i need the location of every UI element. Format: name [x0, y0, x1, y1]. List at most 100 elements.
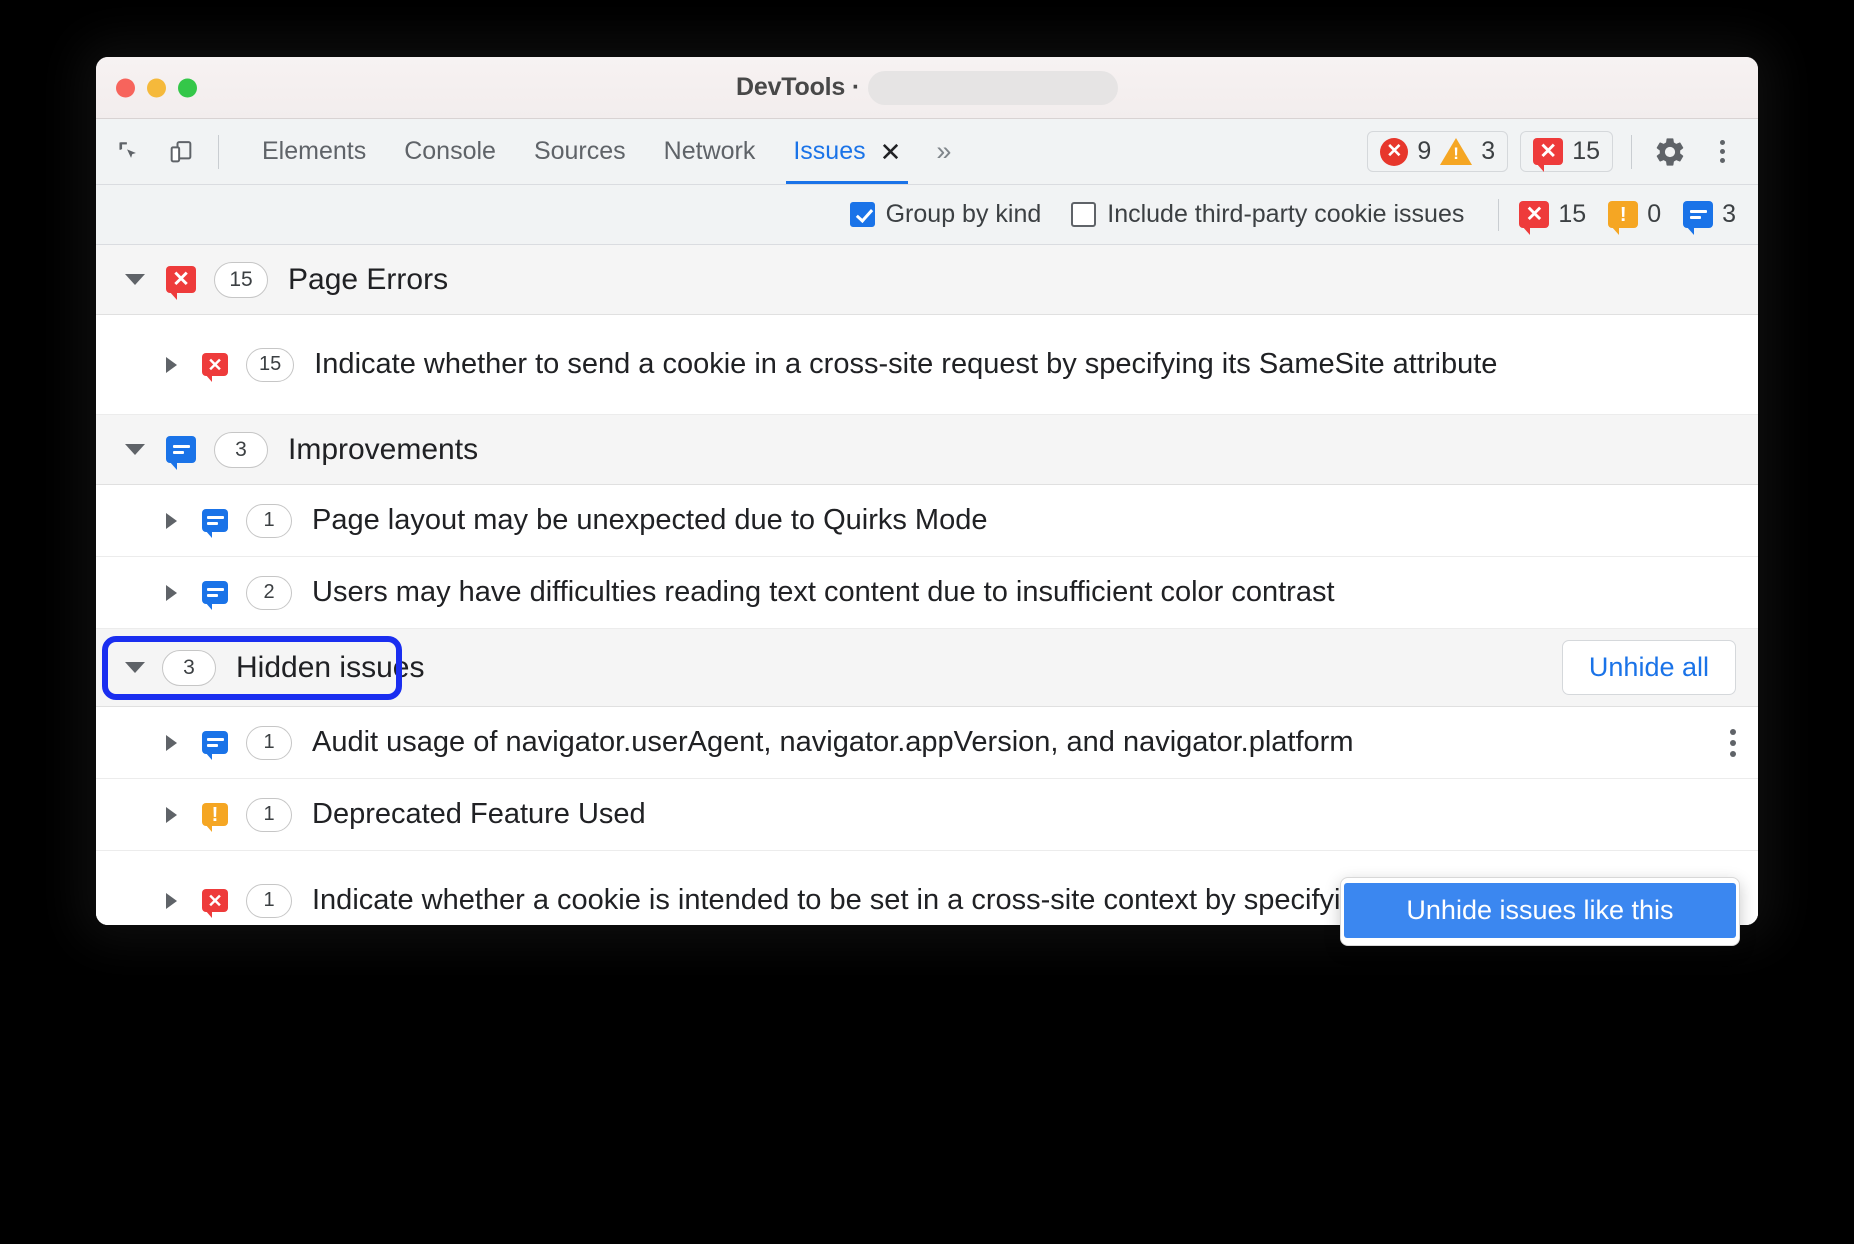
filter-error-count: ✕ 15	[1519, 200, 1586, 229]
group-count-badge: 3	[214, 432, 268, 468]
close-icon[interactable]: ✕	[880, 139, 902, 165]
expand-toggle-icon[interactable]	[154, 735, 188, 751]
bubble-info-icon	[202, 509, 228, 532]
window-controls[interactable]	[116, 78, 197, 97]
expand-toggle-icon[interactable]	[154, 807, 188, 823]
issue-count-badge: 2	[246, 576, 292, 610]
issue-count-badge: 1	[246, 726, 292, 760]
panel-tabs: Elements Console Sources Network Issues …	[243, 119, 964, 184]
window-title-wrap: DevTools ·	[96, 71, 1758, 105]
tabbar-divider	[1631, 135, 1632, 169]
redacted-title-bar	[868, 71, 1118, 105]
tabbar-right: ✕ 9 3 ✕ 15	[1367, 119, 1758, 184]
group-header-hidden-issues[interactable]: 3 Hidden issues Unhide all	[96, 629, 1758, 707]
bubble-info-icon	[166, 436, 196, 463]
group-title: Improvements	[288, 433, 478, 467]
expand-toggle-icon[interactable]	[154, 513, 188, 529]
screenshot-stage: DevTools ·	[0, 0, 1854, 1244]
tab-label: Console	[404, 137, 496, 166]
kebab-icon[interactable]	[1702, 132, 1742, 172]
window-title: DevTools ·	[736, 73, 860, 102]
minimize-window-button[interactable]	[147, 78, 166, 97]
issue-count-badge: 1	[246, 504, 292, 538]
group-title: Hidden issues	[236, 651, 424, 685]
issue-row[interactable]: 1 Page layout may be unexpected due to Q…	[96, 485, 1758, 557]
include-third-party-label: Include third-party cookie issues	[1107, 200, 1464, 229]
issue-row[interactable]: 2 Users may have difficulties reading te…	[96, 557, 1758, 629]
issues-count: 15	[1572, 137, 1600, 166]
issue-title: Deprecated Feature Used	[312, 797, 1738, 832]
context-menu: Unhide issues like this	[1340, 877, 1740, 946]
group-by-kind-label: Group by kind	[886, 200, 1042, 229]
filter-warning-count: ! 0	[1608, 200, 1661, 229]
group-by-kind-checkbox[interactable]: Group by kind	[850, 200, 1042, 229]
close-window-button[interactable]	[116, 78, 135, 97]
expand-toggle-icon[interactable]	[118, 444, 152, 455]
window-titlebar: DevTools ·	[96, 57, 1758, 119]
bubble-info-icon	[1683, 201, 1713, 228]
issues-counter[interactable]: ✕ 15	[1520, 131, 1613, 172]
inspect-icon[interactable]	[110, 133, 148, 171]
circle-x-icon: ✕	[1380, 138, 1408, 166]
issue-title: Indicate whether to send a cookie in a c…	[314, 347, 1738, 382]
count-value: 0	[1647, 200, 1661, 229]
gear-icon[interactable]	[1650, 132, 1690, 172]
tab-elements[interactable]: Elements	[243, 119, 385, 184]
tab-sources[interactable]: Sources	[515, 119, 645, 184]
tab-console[interactable]: Console	[385, 119, 515, 184]
bubble-bang-icon: !	[1608, 201, 1638, 228]
issue-title: Users may have difficulties reading text…	[312, 575, 1738, 610]
issue-count-badge: 1	[246, 884, 292, 918]
filterbar-divider	[1498, 199, 1499, 231]
issue-count-badge: 15	[246, 348, 294, 382]
checkbox-unchecked-icon[interactable]	[1071, 202, 1096, 227]
warning-triangle-icon	[1440, 138, 1472, 165]
issue-row[interactable]: ! 1 Deprecated Feature Used	[96, 779, 1758, 851]
bubble-x-icon: ✕	[202, 353, 228, 376]
device-toggle-icon[interactable]	[162, 133, 200, 171]
row-kebab-icon[interactable]	[1730, 729, 1736, 757]
devtools-tabbar: Elements Console Sources Network Issues …	[96, 119, 1758, 185]
issue-row[interactable]: 1 Audit usage of navigator.userAgent, na…	[96, 707, 1758, 779]
bubble-bang-icon: !	[202, 803, 228, 826]
include-third-party-checkbox[interactable]: Include third-party cookie issues	[1071, 200, 1464, 229]
tab-label: Issues	[793, 137, 865, 166]
error-count: 9	[1417, 137, 1431, 166]
more-tabs-icon[interactable]: »	[920, 119, 964, 184]
context-menu-item-unhide-issues-like-this[interactable]: Unhide issues like this	[1344, 883, 1736, 938]
tab-label: Elements	[262, 137, 366, 166]
tab-network[interactable]: Network	[645, 119, 775, 184]
bubble-x-icon: ✕	[166, 266, 196, 293]
group-header-page-errors[interactable]: ✕ 15 Page Errors	[96, 245, 1758, 315]
issue-title: Page layout may be unexpected due to Qui…	[312, 503, 1738, 538]
bubble-x-icon: ✕	[1519, 201, 1549, 228]
expand-toggle-icon[interactable]	[154, 893, 188, 909]
bubble-info-icon	[202, 731, 228, 754]
issues-filter-bar: Group by kind Include third-party cookie…	[96, 185, 1758, 245]
group-header-improvements[interactable]: 3 Improvements	[96, 415, 1758, 485]
issues-list: ✕ 15 Page Errors ✕ 15 Indicate whether t…	[96, 245, 1758, 925]
group-title: Page Errors	[288, 263, 448, 297]
expand-toggle-icon[interactable]	[118, 662, 152, 673]
tabbar-tools	[110, 119, 243, 184]
bubble-info-icon	[202, 581, 228, 604]
tab-label: Network	[664, 137, 756, 166]
issue-title: Audit usage of navigator.userAgent, navi…	[312, 725, 1738, 760]
bubble-x-icon: ✕	[202, 889, 228, 912]
count-value: 15	[1558, 200, 1586, 229]
checkbox-checked-icon[interactable]	[850, 202, 875, 227]
group-count-badge: 3	[162, 650, 216, 686]
expand-toggle-icon[interactable]	[118, 274, 152, 285]
filter-info-count: 3	[1683, 200, 1736, 229]
count-value: 3	[1722, 200, 1736, 229]
zoom-window-button[interactable]	[178, 78, 197, 97]
kebab-dots	[1720, 140, 1725, 163]
console-counters[interactable]: ✕ 9 3	[1367, 131, 1508, 172]
devtools-window: DevTools ·	[96, 57, 1758, 925]
tab-issues[interactable]: Issues ✕	[774, 119, 920, 184]
issue-row[interactable]: ✕ 15 Indicate whether to send a cookie i…	[96, 315, 1758, 415]
toolbar-divider	[218, 135, 219, 169]
expand-toggle-icon[interactable]	[154, 585, 188, 601]
expand-toggle-icon[interactable]	[154, 357, 188, 373]
unhide-all-button[interactable]: Unhide all	[1562, 640, 1736, 695]
